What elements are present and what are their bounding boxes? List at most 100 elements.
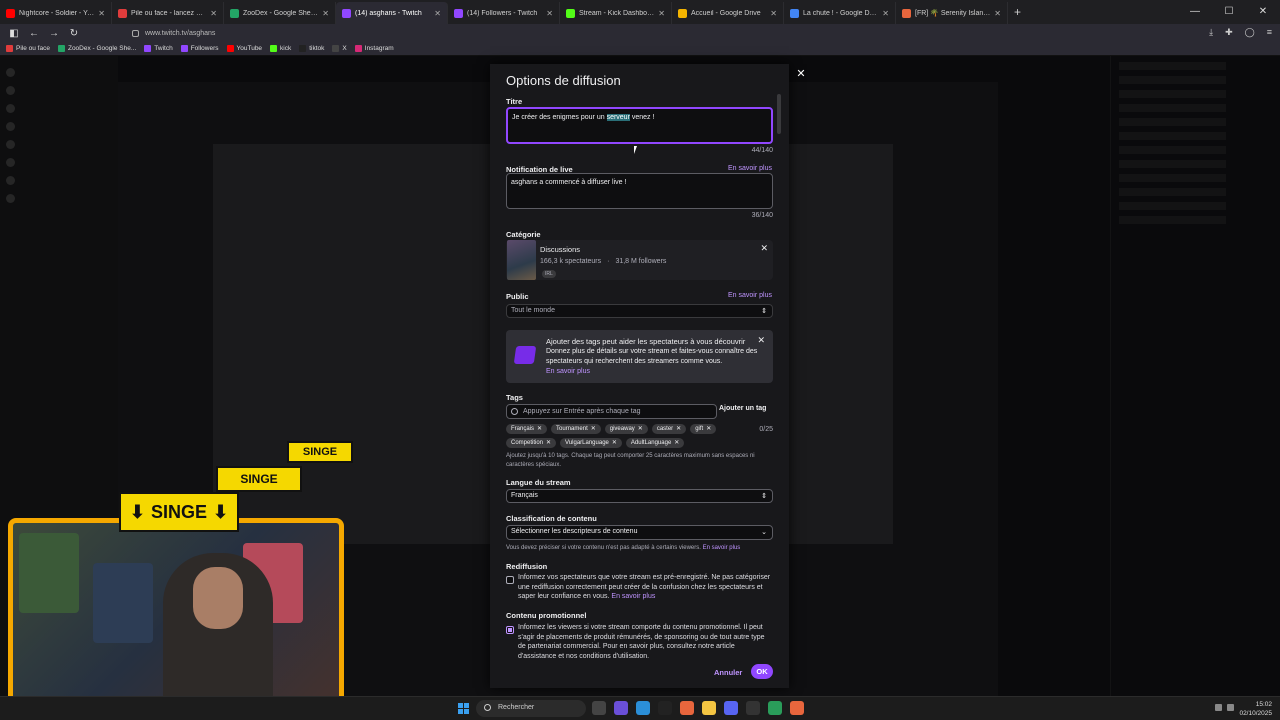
bookmark-item[interactable]: Instagram [354,45,394,52]
close-tab-icon[interactable]: ✕ [210,9,217,18]
menu-icon[interactable]: ≡ [1267,27,1272,38]
remove-tag-icon[interactable]: ✕ [706,425,711,433]
bookmark-item[interactable]: Twitch [144,45,173,52]
close-tab-icon[interactable]: ✕ [658,9,665,18]
close-tab-icon[interactable]: ✕ [994,9,1001,18]
windows-start-icon[interactable] [458,703,469,714]
file-explorer-icon[interactable] [702,701,716,715]
close-tab-icon[interactable]: ✕ [546,9,553,18]
back-icon[interactable]: ← [28,28,40,39]
download-icon[interactable]: ⤓ [1209,27,1213,38]
tag-chip[interactable]: Tournament ✕ [551,424,601,434]
browser-tab[interactable]: Nightcore - Soldier - YouTu ✕ [0,2,112,24]
bookmark-item[interactable]: ZooDex - Google She... [57,45,136,52]
add-tag-button[interactable]: Ajouter un tag [719,405,766,412]
remove-tag-icon[interactable]: ✕ [638,425,643,433]
discord-icon[interactable] [724,701,738,715]
close-tab-icon[interactable]: ✕ [322,9,329,18]
network-icon[interactable] [1215,704,1222,711]
classification-learn-more-link[interactable]: En savoir plus [703,545,741,551]
tag-search-input[interactable]: Appuyez sur Entrée après chaque tag [506,404,717,419]
taskbar-search[interactable]: Rechercher [476,700,586,717]
ok-button[interactable]: OK [751,664,773,679]
browser-tab[interactable]: ZooDex - Google Sheets ✕ [224,2,336,24]
remove-tag-icon[interactable]: ✕ [591,425,596,433]
volume-icon[interactable] [1227,704,1234,711]
audience-learn-more-link[interactable]: En savoir plus [728,292,772,299]
account-icon[interactable]: ◯ [1245,27,1255,38]
address-bar[interactable]: www.twitch.tv/asghans [132,27,1082,39]
browser-tab[interactable]: Accueil - Google Drive ✕ [672,2,784,24]
browser-tab-bar: Nightcore - Soldier - YouTu✕Pile ou face… [0,0,1280,24]
promo-learn-more-link[interactable]: En savoir plus [546,368,590,375]
rerun-checkbox[interactable] [506,576,514,584]
audience-select[interactable]: Tout le monde ⇕ [506,304,773,318]
tab-favicon-icon [230,8,239,18]
title-text-part: venez ! [629,114,655,121]
remove-category-icon[interactable]: ✕ [760,243,768,254]
edge-icon[interactable] [636,701,650,715]
remove-tag-icon[interactable]: ✕ [612,439,617,447]
minimize-icon[interactable]: — [1178,0,1212,24]
close-tab-icon[interactable]: ✕ [98,9,105,18]
rerun-learn-more-link[interactable]: En savoir plus [611,593,655,600]
forward-icon[interactable]: → [48,28,60,39]
remove-tag-icon[interactable]: ✕ [674,439,679,447]
tag-chip[interactable]: caster ✕ [651,424,687,434]
tag-chip[interactable]: giveaway ✕ [604,424,648,434]
app-icon[interactable] [790,701,804,715]
browser-tab[interactable]: La chute ! - Google Docs ✕ [784,2,896,24]
bookmark-item[interactable]: YouTube [226,45,262,52]
maximize-icon[interactable]: ☐ [1212,0,1246,24]
sidebar-toggle-icon[interactable]: ◧ [8,28,20,39]
close-promo-icon[interactable]: ✕ [757,335,765,346]
tag-chip[interactable]: Français ✕ [506,424,548,434]
close-tab-icon[interactable]: ✕ [770,9,777,18]
close-window-icon[interactable]: ✕ [1246,0,1280,24]
tag-chip[interactable]: AdultLanguage ✕ [625,438,685,448]
category-card[interactable]: Discussions 166,3 k spectateurs · 31,8 M… [506,240,773,280]
bookmark-item[interactable]: X [332,45,347,52]
extensions-icon[interactable]: ✚ [1225,27,1233,38]
cancel-button[interactable]: Annuler [714,668,742,677]
close-modal-icon[interactable]: ✕ [794,67,808,81]
task-view-icon[interactable] [592,701,606,715]
remove-tag-icon[interactable]: ✕ [546,439,551,447]
remove-tag-icon[interactable]: ✕ [676,425,681,433]
branded-checkbox[interactable] [506,626,514,634]
bookmark-item[interactable]: Followers [180,45,219,52]
firefox-icon[interactable] [680,701,694,715]
new-tab-icon[interactable]: + [1014,5,1021,19]
bookmark-item[interactable]: tiktok [299,45,324,52]
app-icon[interactable] [658,701,672,715]
close-tab-icon[interactable]: ✕ [434,9,441,18]
tag-chip[interactable]: VulgarLanguage ✕ [560,438,622,448]
reload-icon[interactable]: ↻ [68,28,80,39]
bookmark-item[interactable]: kick [270,45,291,52]
obs-icon[interactable] [746,701,760,715]
classification-select[interactable]: Sélectionner les descripteurs de contenu… [506,525,773,540]
tab-favicon-icon [6,8,15,18]
clock[interactable]: 15:02 02/10/2025 [1239,700,1272,718]
clock-date: 02/10/2025 [1239,710,1272,717]
browser-tab[interactable]: (14) Followers - Twitch ✕ [448,2,560,24]
tag-chip[interactable]: Competition ✕ [506,438,557,448]
select-arrows-icon: ⇕ [761,308,767,315]
sheets-icon[interactable] [768,701,782,715]
remove-tag-icon[interactable]: ✕ [537,425,542,433]
title-input[interactable]: Je créer des enigmes pour un serveur ven… [506,107,773,144]
notification-input[interactable]: asghans a commencé à diffuser live ! [506,173,773,209]
scrollbar[interactable] [777,94,781,134]
browser-tab[interactable]: Pile ou face - lancez une pièce ✕ [112,2,224,24]
language-select[interactable]: Français ⇕ [506,489,773,503]
bookmark-item[interactable]: Pile ou face [6,45,50,52]
browser-tab[interactable]: [FR] 🌴 Serenity Island 🌴 | EI ✕ [896,2,1008,24]
title-counter: 44/140 [751,147,773,154]
tag-chip[interactable]: gift ✕ [690,424,717,434]
copilot-icon[interactable] [614,701,628,715]
browser-tab[interactable]: (14) asghans - Twitch ✕ [336,2,448,24]
notification-learn-more-link[interactable]: En savoir plus [728,165,772,172]
close-tab-icon[interactable]: ✕ [882,9,889,18]
browser-tab[interactable]: Stream - Kick Dashboard ✕ [560,2,672,24]
category-stats: 166,3 k spectateurs · 31,8 M followers [540,258,666,265]
